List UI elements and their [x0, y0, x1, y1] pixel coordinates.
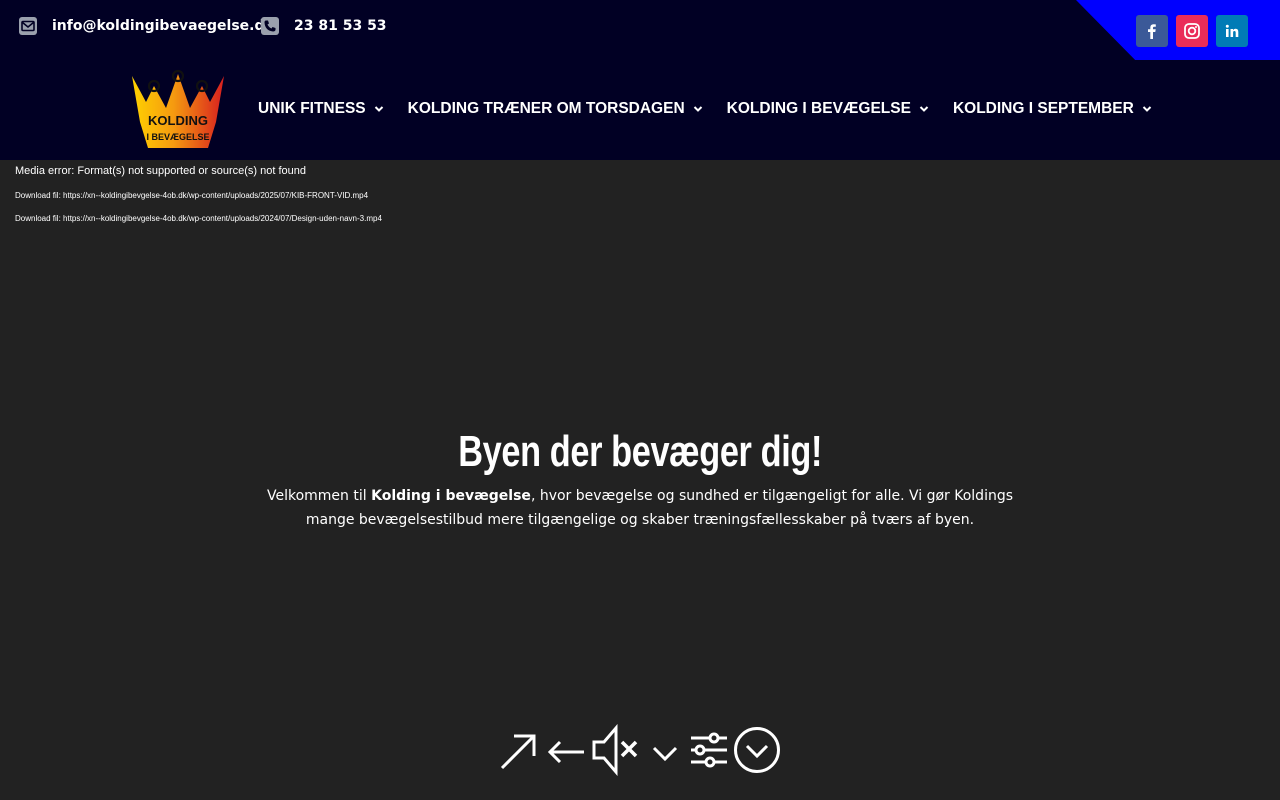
media-error-block: Media error: Format(s) not supported or … — [15, 165, 382, 223]
hero-title: Byen der bevæger dig! — [458, 427, 822, 476]
facebook-button[interactable] — [1136, 15, 1168, 47]
chevron-down-icon — [374, 106, 383, 112]
chevron-down-icon — [919, 106, 929, 112]
nav-item-kolding-i-september[interactable]: KOLDING I SEPTEMBER — [953, 100, 1152, 118]
logo-text-line1: KOLDING — [148, 113, 208, 128]
nav-item-unik-fitness[interactable]: UNIK FITNESS — [258, 100, 384, 118]
mute-icon[interactable] — [590, 723, 642, 780]
nav-item-label: KOLDING TRÆNER OM TORSDAGEN — [407, 100, 685, 117]
contact-email[interactable]: info@koldingibevaegelse.dk — [18, 16, 274, 36]
arrow-left-icon[interactable] — [546, 728, 586, 776]
phone-link[interactable]: 23 81 53 53 — [294, 18, 387, 34]
top-bar: info@koldingibevaegelse.dk 23 81 53 53 — [0, 0, 1280, 60]
nav-menu: UNIK FITNESS KOLDING TRÆNER OM TORSDAGEN… — [258, 100, 1176, 118]
media-error-text: Media error: Format(s) not supported or … — [15, 165, 307, 177]
logo-text-line2: I BEVÆGELSE — [146, 132, 209, 142]
phone-icon — [260, 16, 280, 36]
main-navigation: KOLDING I BEVÆGELSE UNIK FITNESS KOLDING… — [0, 60, 1280, 160]
instagram-button[interactable] — [1176, 15, 1208, 47]
nav-item-label: KOLDING I SEPTEMBER — [952, 100, 1134, 117]
contact-phone[interactable]: 23 81 53 53 — [260, 16, 387, 36]
download-link[interactable]: Download fil: https://xn--koldingibevgel… — [15, 214, 382, 223]
linkedin-icon — [1225, 24, 1239, 37]
nav-item-label: UNIK FITNESS — [258, 100, 366, 117]
media-controls — [496, 723, 782, 780]
nav-item-kolding-traener[interactable]: KOLDING TRÆNER OM TORSDAGEN — [408, 100, 703, 118]
hero-text-bold: Kolding i bevægelse — [371, 488, 531, 504]
email-link[interactable]: info@koldingibevaegelse.dk — [52, 18, 274, 34]
hero-text: Velkommen til Kolding i bevægelse, hvor … — [260, 484, 1020, 532]
chevron-down-icon — [1142, 106, 1152, 112]
download-link[interactable]: Download fil: https://xn--koldingibevgel… — [15, 191, 382, 200]
circle-chevron-down-icon[interactable] — [732, 725, 782, 779]
nav-item-kolding-i-bevaegelse[interactable]: KOLDING I BEVÆGELSE — [727, 100, 929, 118]
linkedin-button[interactable] — [1216, 15, 1248, 47]
chevron-down-icon[interactable] — [650, 728, 680, 776]
hero-text-start: Velkommen til — [266, 488, 372, 504]
arrow-up-right-icon[interactable] — [496, 728, 540, 776]
chevron-down-icon — [693, 106, 702, 112]
envelope-icon — [18, 16, 38, 36]
nav-item-label: KOLDING I BEVÆGELSE — [726, 100, 911, 117]
hero-section: Byen der bevæger dig! Velkommen til Kold… — [0, 420, 1280, 532]
site-logo[interactable]: KOLDING I BEVÆGELSE — [128, 64, 228, 150]
facebook-icon — [1148, 24, 1156, 39]
instagram-icon — [1184, 23, 1200, 39]
sliders-icon[interactable] — [688, 729, 730, 775]
